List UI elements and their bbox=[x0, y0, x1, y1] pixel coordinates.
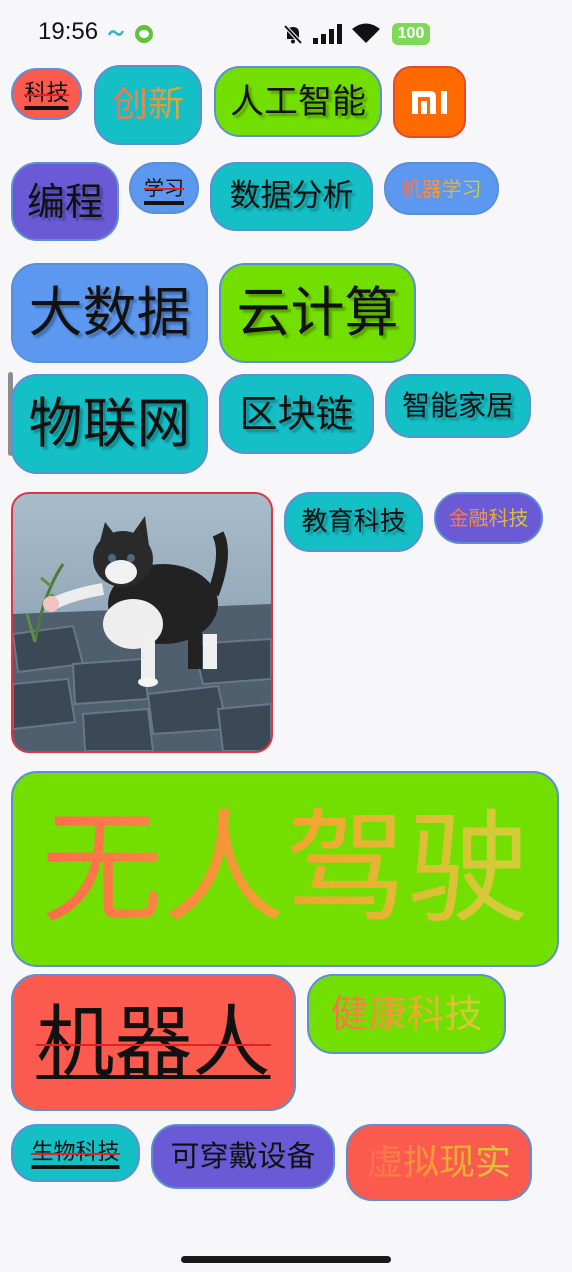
tag-xuexi[interactable]: 学习 bbox=[129, 162, 199, 214]
tag-dashuju[interactable]: 大数据 bbox=[11, 263, 208, 363]
tag-qukuailian-label: 区块链 bbox=[239, 392, 354, 436]
tag-jinrongkeji-label: 金融科技 bbox=[448, 506, 529, 530]
tag-zhinengjiaju[interactable]: 智能家居 bbox=[385, 374, 531, 438]
tag-keji-label: 科技 bbox=[24, 81, 69, 106]
mi-logo-icon[interactable] bbox=[393, 66, 466, 138]
status-bar: 19:56 100 bbox=[0, 0, 572, 68]
tag-keji[interactable]: 科技 bbox=[11, 68, 82, 120]
kitten-photo[interactable] bbox=[11, 492, 273, 753]
tag-jiqiren[interactable]: 机器人 bbox=[11, 974, 296, 1111]
tag-wulianwang[interactable]: 物联网 bbox=[11, 374, 208, 474]
tag-shujufenxi-label: 数据分析 bbox=[229, 178, 354, 214]
tag-xuexi-label: 学习 bbox=[144, 176, 184, 200]
wechat-icon bbox=[135, 25, 153, 43]
tag-jiankangkeji-label: 健康科技 bbox=[330, 992, 483, 1036]
signal-icon bbox=[313, 24, 342, 44]
tag-biancheng[interactable]: 编程 bbox=[11, 162, 119, 241]
tag-qukuailian[interactable]: 区块链 bbox=[219, 374, 374, 454]
tag-dashuju-label: 大数据 bbox=[28, 281, 191, 344]
tag-xunixianshi-label: 虚拟现实 bbox=[366, 1141, 511, 1183]
tag-jinrongkeji[interactable]: 金融科技 bbox=[434, 492, 543, 544]
tag-jiaoyukeji[interactable]: 教育科技 bbox=[284, 492, 423, 552]
tag-jiqixuexi[interactable]: 机器学习 bbox=[384, 162, 499, 215]
tag-jiaoyukeji-label: 教育科技 bbox=[301, 507, 406, 537]
tag-jiqixuexi-label: 机器学习 bbox=[401, 176, 482, 201]
home-indicator[interactable] bbox=[181, 1256, 391, 1263]
tag-biancheng-label: 编程 bbox=[26, 179, 103, 224]
tag-kechuandaishebei-label: 可穿戴设备 bbox=[170, 1139, 316, 1173]
tag-jiqiren-label: 机器人 bbox=[36, 997, 271, 1088]
wifi-icon bbox=[352, 23, 380, 43]
tag-jiankangkeji[interactable]: 健康科技 bbox=[307, 974, 506, 1054]
kitten-image bbox=[13, 494, 271, 751]
bell-off-icon bbox=[283, 24, 303, 45]
tag-chuangxin-label: 创新 bbox=[111, 84, 184, 125]
tag-yunjisuan[interactable]: 云计算 bbox=[219, 263, 416, 363]
mi-glyph-icon bbox=[412, 91, 447, 114]
tag-chuangxin[interactable]: 创新 bbox=[94, 65, 202, 145]
tag-wurenjiashi-label: 无人驾驶 bbox=[41, 798, 529, 940]
tag-rengongzhineng-label: 人工智能 bbox=[230, 81, 366, 122]
tag-wurenjiashi[interactable]: 无人驾驶 bbox=[11, 771, 559, 967]
battery-icon: 100 bbox=[392, 23, 430, 45]
tag-shujufenxi[interactable]: 数据分析 bbox=[210, 162, 373, 231]
tag-shengwukeji-label: 生物科技 bbox=[31, 1140, 120, 1165]
battery-level: 100 bbox=[397, 25, 425, 42]
tag-shengwukeji[interactable]: 生物科技 bbox=[11, 1124, 140, 1182]
tag-xunixianshi[interactable]: 虚拟现实 bbox=[346, 1124, 532, 1201]
clover-app-icon bbox=[108, 30, 124, 36]
tag-yunjisuan-label: 云计算 bbox=[236, 281, 399, 344]
tag-wulianwang-label: 物联网 bbox=[28, 392, 191, 455]
tag-rengongzhineng[interactable]: 人工智能 bbox=[214, 66, 382, 137]
tag-kechuandaishebei[interactable]: 可穿戴设备 bbox=[151, 1124, 335, 1189]
status-time: 19:56 bbox=[38, 18, 99, 45]
tag-zhinengjiaju-label: 智能家居 bbox=[401, 389, 514, 422]
